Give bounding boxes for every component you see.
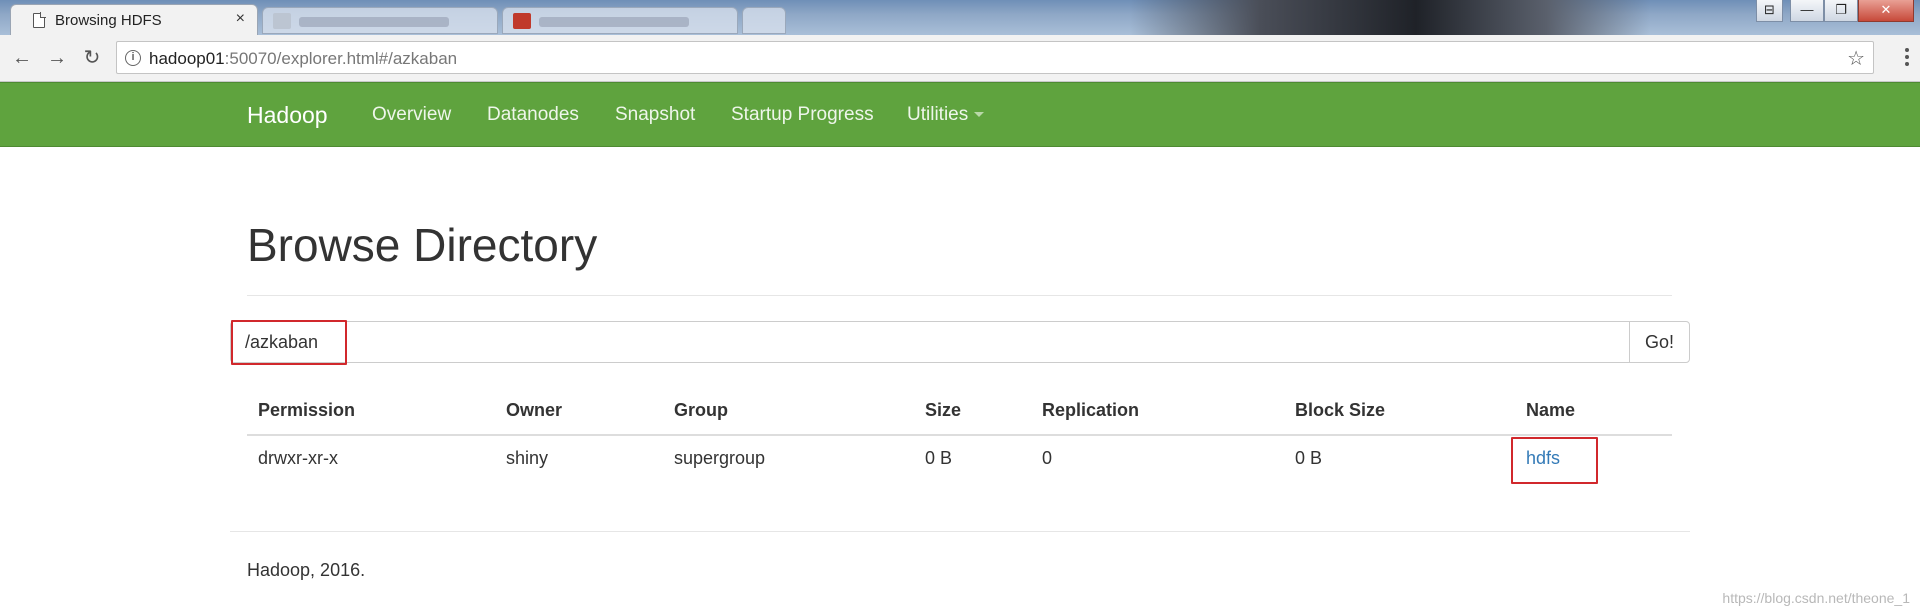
col-header-block-size[interactable]: Block Size	[1295, 400, 1385, 421]
page-title: Browse Directory	[247, 219, 598, 271]
directory-input-group	[230, 321, 1630, 363]
url-text[interactable]: hadoop01:50070/explorer.html#/azkaban	[149, 49, 457, 69]
hadoop-navbar: Hadoop Overview Datanodes Snapshot Start…	[0, 82, 1920, 147]
tab-title-blurred	[299, 17, 449, 27]
forward-arrow-icon[interactable]: →	[43, 44, 71, 72]
back-arrow-icon[interactable]: ←	[8, 44, 36, 72]
watermark: https://blog.csdn.net/theone_1	[1722, 590, 1910, 606]
cell-group: supergroup	[674, 448, 766, 468]
nav-utilities[interactable]: Utilities	[907, 104, 985, 126]
bookmark-star-icon[interactable]: ☆	[1847, 46, 1865, 71]
tab-title-blurred	[539, 17, 689, 27]
browser-toolbar: ← → ↻ i hadoop01:50070/explorer.html#/az…	[0, 35, 1920, 82]
col-header-name[interactable]: Name	[1526, 400, 1575, 421]
new-tab-button[interactable]	[742, 7, 786, 34]
desktop-wallpaper	[1130, 0, 1650, 35]
tab-inactive-1[interactable]	[262, 7, 498, 34]
nav-snapshot[interactable]: Snapshot	[615, 104, 695, 126]
maximize-button[interactable]: ❐	[1824, 0, 1858, 22]
footer-text: Hadoop, 2016.	[247, 560, 366, 580]
go-button[interactable]: Go!	[1629, 321, 1690, 363]
browser-menu-icon[interactable]	[1904, 48, 1910, 70]
cell-block-size: 0 B	[1295, 448, 1323, 468]
cell-permission: drwxr-xr-x	[258, 448, 338, 468]
divider	[247, 295, 1672, 296]
nav-datanodes[interactable]: Datanodes	[487, 104, 579, 126]
tab-favicon	[513, 13, 531, 29]
tab-inactive-2[interactable]	[502, 7, 738, 34]
cell-replication: 0	[1042, 448, 1053, 468]
tab-close-icon[interactable]: ×	[236, 11, 245, 27]
cell-owner: shiny	[506, 448, 549, 468]
highlight-box-path	[231, 320, 347, 365]
col-header-size[interactable]: Size	[925, 400, 961, 421]
directory-path-input[interactable]	[245, 332, 1605, 353]
page-icon	[33, 12, 46, 28]
tab-browsing-hdfs[interactable]: Browsing HDFS ×	[10, 4, 258, 35]
window-close-button[interactable]: ✕	[1858, 0, 1914, 22]
tab-title: Browsing HDFS	[55, 12, 162, 29]
minimize-button[interactable]: —	[1790, 0, 1824, 22]
nav-overview[interactable]: Overview	[372, 104, 451, 126]
info-icon[interactable]: i	[125, 50, 141, 66]
address-bar[interactable]: i hadoop01:50070/explorer.html#/azkaban …	[116, 41, 1874, 74]
browser-tab-bar: Browsing HDFS × ⊟ — ❐ ✕	[0, 0, 1920, 35]
col-header-owner[interactable]: Owner	[506, 400, 562, 421]
nav-utilities-label: Utilities	[907, 104, 969, 125]
tab-favicon	[273, 13, 291, 29]
footer-divider	[230, 531, 1690, 532]
nav-startup-progress[interactable]: Startup Progress	[731, 104, 874, 126]
reload-icon[interactable]: ↻	[78, 44, 106, 72]
col-header-permission[interactable]: Permission	[258, 400, 355, 421]
brand-link[interactable]: Hadoop	[247, 102, 328, 129]
col-header-group[interactable]: Group	[674, 400, 728, 421]
col-header-replication[interactable]: Replication	[1042, 400, 1139, 421]
user-profile-button[interactable]: ⊟	[1756, 0, 1783, 22]
table-header-divider	[247, 434, 1672, 436]
caret-down-icon	[974, 112, 985, 118]
highlight-box-name	[1511, 437, 1598, 484]
cell-size: 0 B	[925, 448, 953, 468]
